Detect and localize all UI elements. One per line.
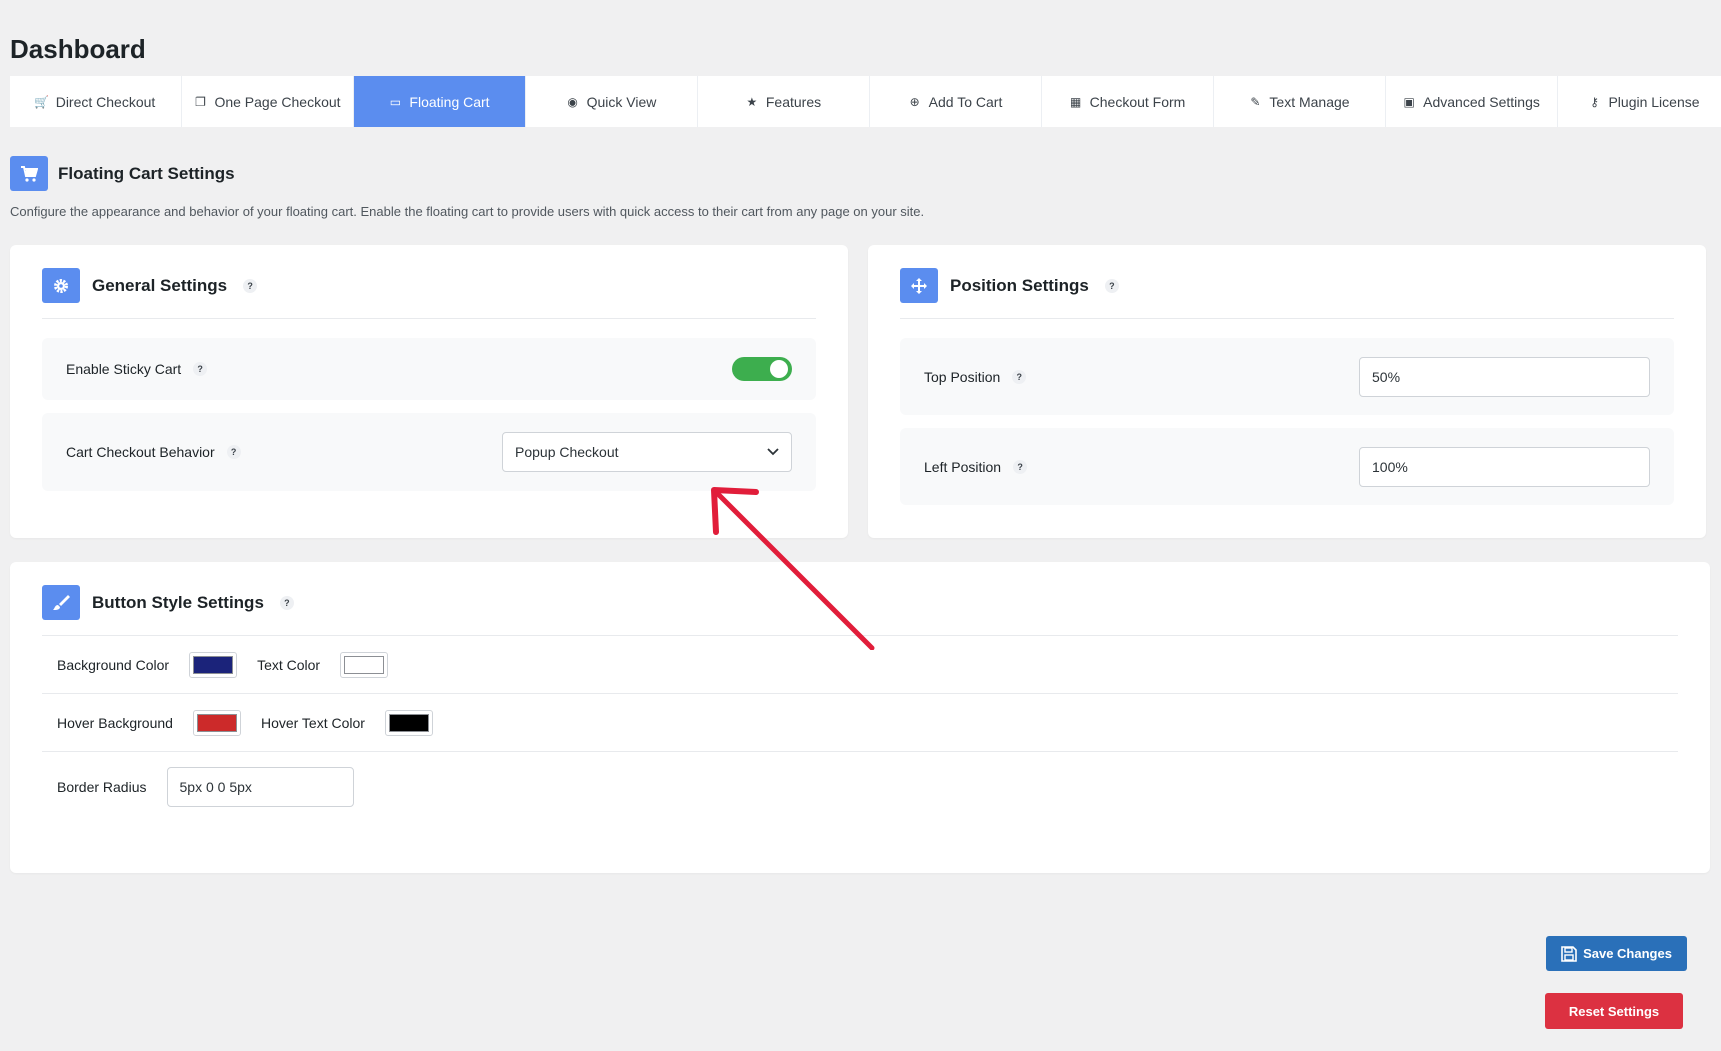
tab-label: Text Manage: [1269, 93, 1350, 110]
pencil-icon: ✎: [1250, 94, 1261, 109]
cart-icon: [10, 156, 48, 191]
help-icon[interactable]: ?: [243, 278, 258, 293]
tab-advanced-settings[interactable]: ▣ Advanced Settings: [1386, 76, 1558, 127]
tab-label: Quick View: [586, 93, 657, 110]
button-style-title: Button Style Settings: [92, 592, 264, 612]
help-icon[interactable]: ?: [1104, 278, 1119, 293]
checkout-behavior-label: Cart Checkout Behavior ?: [66, 444, 241, 460]
top-position-label: Top Position ?: [924, 368, 1027, 385]
settings-tabs: 🛒 Direct Checkout ❐ One Page Checkout ▭ Float…: [10, 76, 1721, 127]
sticky-cart-label-text: Enable Sticky Cart: [66, 361, 182, 377]
tab-checkout-form[interactable]: ▦ Checkout Form: [1042, 76, 1214, 127]
top-position-input[interactable]: 50%: [1359, 356, 1650, 397]
background-color-label: Background Color: [57, 656, 170, 673]
sticky-cart-label: Enable Sticky Cart ?: [66, 361, 208, 377]
form-icon: ▦: [1069, 94, 1082, 109]
move-icon: [900, 268, 938, 303]
key-icon: ⚷: [1590, 94, 1599, 109]
hover-background-picker[interactable]: [192, 709, 241, 736]
position-settings-title: Position Settings: [950, 275, 1089, 295]
section-title: Floating Cart Settings: [58, 163, 235, 183]
help-icon[interactable]: ?: [1013, 459, 1028, 474]
color-row-hover: Hover Background Hover Text Color: [42, 694, 1678, 752]
plus-circle-icon: ⊕: [909, 94, 920, 109]
tab-label: One Page Checkout: [214, 93, 341, 110]
left-position-label-text: Left Position: [924, 458, 1002, 475]
hover-text-color-picker[interactable]: [384, 709, 433, 736]
reset-settings-button[interactable]: Reset Settings: [1545, 993, 1683, 1029]
top-position-row: Top Position ? 50%: [900, 338, 1674, 415]
hover-background-fill: [196, 713, 237, 732]
tab-one-page-checkout[interactable]: ❐ One Page Checkout: [182, 76, 354, 127]
annotation-arrow: [711, 487, 875, 650]
tab-floating-cart[interactable]: ▭ Floating Cart: [354, 76, 526, 127]
help-icon[interactable]: ?: [1012, 369, 1027, 384]
position-settings-header: Position Settings ?: [900, 267, 1674, 319]
checkout-behavior-label-text: Cart Checkout Behavior: [66, 444, 215, 460]
tab-label: Features: [765, 93, 822, 110]
tab-direct-checkout[interactable]: 🛒 Direct Checkout: [10, 76, 182, 127]
tab-text-manage[interactable]: ✎ Text Manage: [1214, 76, 1386, 127]
tab-add-to-cart[interactable]: ⊕ Add To Cart: [870, 76, 1042, 127]
sticky-cart-row: Enable Sticky Cart ?: [42, 338, 816, 400]
window-icon: ▭: [389, 94, 402, 109]
text-color-picker[interactable]: [340, 651, 389, 678]
left-position-row: Left Position ? 100%: [900, 428, 1674, 505]
position-settings-card: Position Settings ? Top Position ? 50% L…: [868, 245, 1706, 538]
paint-brush-icon: [42, 585, 80, 620]
reset-settings-label: Reset Settings: [1568, 1003, 1660, 1019]
cart-icon: 🛒: [34, 94, 50, 109]
toggle-knob: [770, 360, 788, 378]
help-icon[interactable]: ?: [226, 445, 241, 459]
general-settings-header: General Settings ?: [42, 267, 816, 319]
left-position-label: Left Position ?: [924, 458, 1028, 475]
tab-label: Add To Cart: [928, 93, 1003, 110]
section-header: Floating Cart Settings: [10, 156, 235, 191]
border-radius-row: Border Radius 5px 0 0 5px: [42, 752, 1678, 822]
background-color-picker[interactable]: [189, 651, 238, 678]
section-description: Configure the appearance and behavior of…: [10, 204, 925, 219]
checkout-behavior-value: Popup Checkout: [515, 444, 619, 460]
tab-features[interactable]: ★ Features: [698, 76, 870, 127]
floppy-disk-icon: [1561, 945, 1577, 962]
hover-background-label: Hover Background: [57, 714, 173, 731]
hover-text-color-label: Hover Text Color: [260, 714, 365, 731]
chevron-down-icon: [767, 448, 779, 456]
tab-plugin-license[interactable]: ⚷ Plugin License: [1558, 76, 1721, 127]
star-icon: ★: [746, 94, 758, 109]
copy-icon: ❐: [195, 94, 206, 109]
border-radius-label: Border Radius: [57, 779, 147, 795]
text-color-label: Text Color: [257, 656, 321, 673]
grid-icon: ▣: [1403, 94, 1415, 109]
general-settings-title: General Settings: [92, 275, 228, 295]
sticky-cart-toggle[interactable]: [732, 357, 792, 381]
left-position-input[interactable]: 100%: [1359, 446, 1650, 487]
gear-icon: [42, 268, 80, 303]
tab-label: Checkout Form: [1089, 93, 1186, 110]
tab-label: Floating Cart: [409, 93, 490, 110]
tab-quick-view[interactable]: ◉ Quick View: [526, 76, 698, 127]
eye-icon: ◉: [567, 94, 578, 109]
text-color-fill: [344, 655, 385, 674]
page-title: Dashboard: [10, 34, 146, 64]
background-color-fill: [193, 655, 234, 674]
tab-label: Advanced Settings: [1423, 93, 1540, 110]
tab-label: Plugin License: [1608, 93, 1700, 110]
border-radius-input[interactable]: 5px 0 0 5px: [166, 767, 354, 807]
save-changes-button[interactable]: Save Changes: [1546, 936, 1687, 971]
save-changes-label: Save Changes: [1583, 946, 1672, 961]
top-position-label-text: Top Position: [924, 368, 1001, 385]
help-icon[interactable]: ?: [279, 595, 294, 610]
tab-label: Direct Checkout: [55, 93, 156, 110]
checkout-behavior-select[interactable]: Popup Checkout: [502, 432, 792, 472]
hover-text-color-fill: [388, 713, 429, 732]
help-icon[interactable]: ?: [193, 362, 208, 376]
